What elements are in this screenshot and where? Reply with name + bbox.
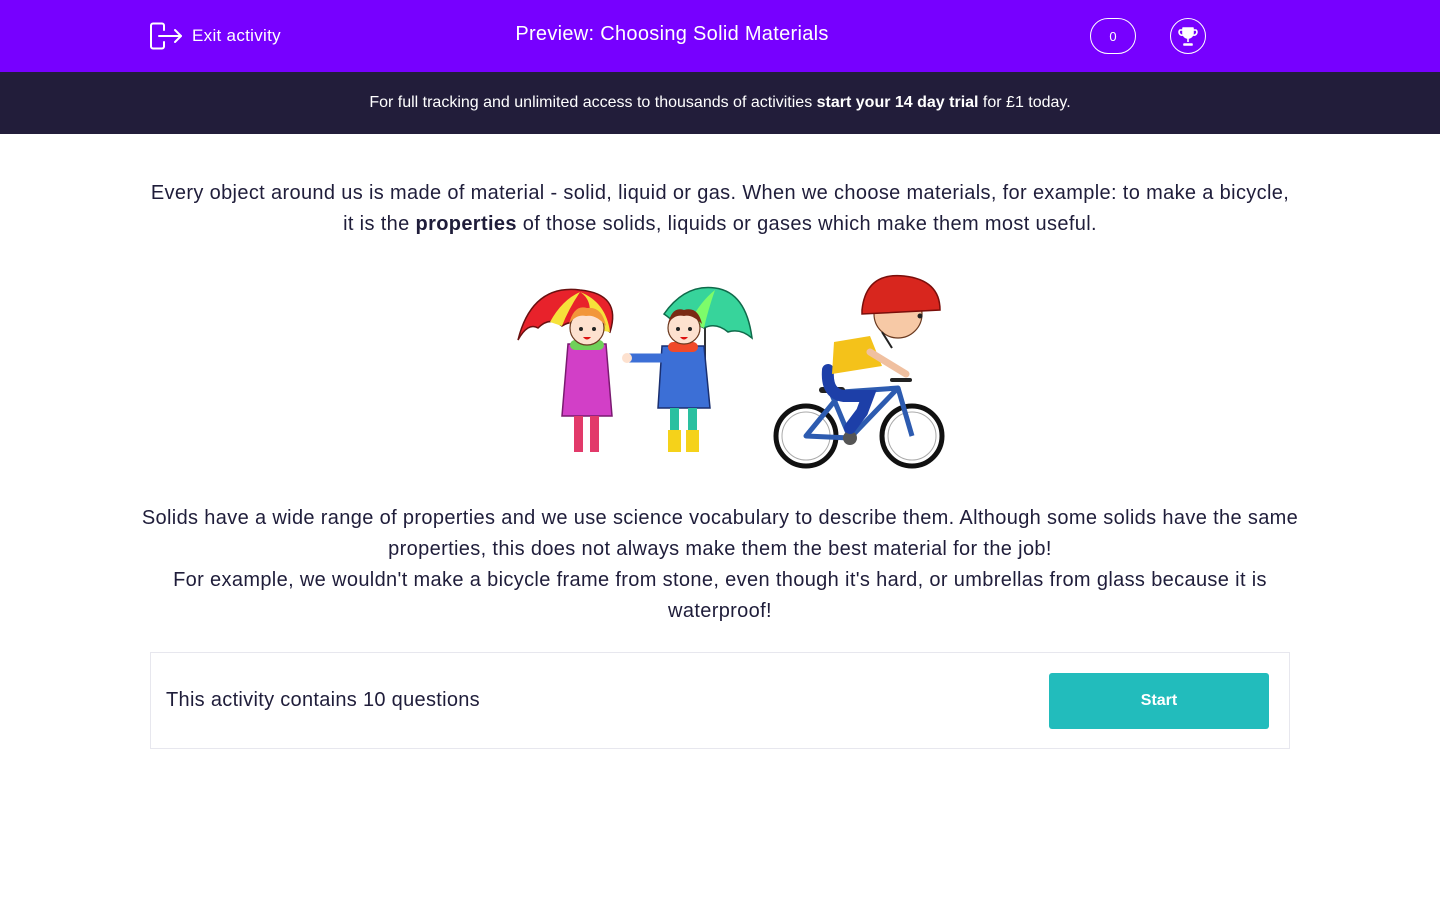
trial-banner: For full tracking and unlimited access t… [0,72,1440,134]
illustration [510,266,950,476]
intro-paragraph: Every object around us is made of materi… [150,178,1290,240]
body-paragraph: Solids have a wide range of properties a… [141,507,1299,560]
child-with-umbrella-icon [517,288,614,452]
banner-text: For full tracking and unlimited access t… [369,94,817,111]
banner-text-end: for £1 today. [978,94,1071,111]
activity-card: This activity contains 10 questions Star… [150,652,1290,749]
score-badge: 0 [1090,18,1136,54]
top-bar: Exit activity Preview: Choosing Solid Ma… [0,0,1440,72]
trial-link[interactable]: start your 14 day trial [817,94,979,112]
trophy-icon [1177,25,1199,47]
body-text: Solids have a wide range of properties a… [140,503,1300,627]
intro-bold-term: properties [415,213,517,235]
trophy-button[interactable] [1170,18,1206,54]
child-with-umbrella-icon [622,286,753,452]
start-button[interactable]: Start [1049,673,1269,729]
intro-text-end: of those solids, liquids or gases which … [516,213,1097,235]
question-count-text: This activity contains 10 questions [166,689,480,711]
body-paragraph: For example, we wouldn't make a bicycle … [173,569,1267,622]
page-title: Preview: Choosing Solid Materials [515,23,829,45]
child-on-bicycle-icon [773,274,945,469]
